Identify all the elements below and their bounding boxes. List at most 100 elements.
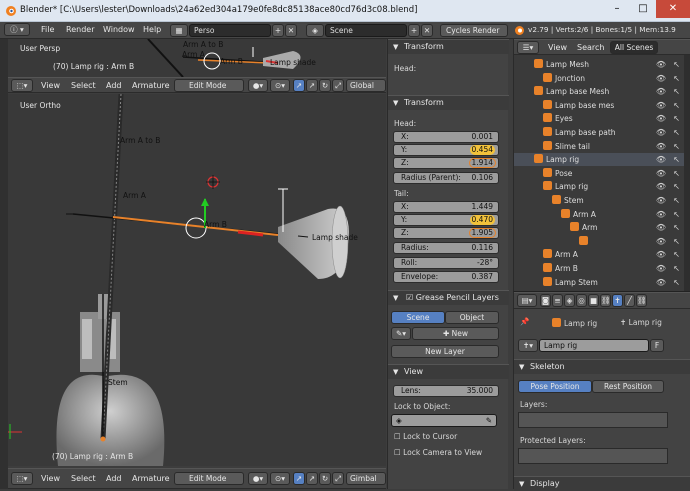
selectability-arrow-icon[interactable]: ↖ [673, 262, 680, 275]
menu-render[interactable]: Render [66, 25, 94, 34]
tail-y-field[interactable]: Y: 0.470 [393, 214, 499, 226]
object-tab-icon[interactable]: ■ [588, 294, 599, 307]
render-engine-dropdown[interactable]: Cycles Render [440, 24, 508, 37]
visibility-eye-icon[interactable]: 👁 [656, 112, 666, 125]
top-orientation-dropdown[interactable]: Global [346, 79, 386, 92]
rest-position-button[interactable]: Rest Position [592, 380, 664, 393]
main-pivot-icon[interactable]: ⊙▾ [270, 472, 290, 485]
lock-to-object-field[interactable]: ◈ ✎ [391, 414, 497, 427]
outliner-editor-type-icon[interactable]: ☰▾ [517, 41, 539, 54]
top-menu-armature[interactable]: Armature [132, 81, 170, 90]
radius-field[interactable]: Radius: 0.116 [393, 242, 499, 254]
outliner-row[interactable]: Arm A 👁 ↖ [514, 248, 684, 261]
scene-tab-icon[interactable]: ◈ [564, 294, 575, 307]
maximize-button[interactable]: □ [630, 0, 656, 18]
menu-window[interactable]: Window [103, 25, 135, 34]
visibility-eye-icon[interactable]: 👁 [656, 85, 666, 98]
top-shading-icon[interactable]: ●▾ [248, 79, 268, 92]
visibility-eye-icon[interactable]: 👁 [656, 235, 666, 248]
visibility-eye-icon[interactable]: 👁 [656, 126, 666, 139]
top-transform-panel-header[interactable]: ▼ Transform [388, 39, 509, 54]
outliner-row[interactable]: Lamp base mes 👁 ↖ [514, 99, 684, 112]
scene-icon[interactable]: ◈ [306, 24, 324, 37]
main-translate-icon[interactable]: ↗ [306, 472, 318, 485]
gp-brush-icon[interactable]: ✎▾ [391, 327, 411, 340]
main-editor-type-3d-icon[interactable]: ⬚▾ [11, 472, 33, 485]
properties-editor-type-icon[interactable]: ▤▾ [517, 294, 537, 307]
lens-field[interactable]: Lens: 35.000 [393, 385, 499, 397]
world-tab-icon[interactable]: ◎ [576, 294, 587, 307]
outliner-row[interactable]: Arm A 👁 ↖ [514, 208, 684, 221]
outliner-row[interactable]: Arm 👁 ↖ [514, 221, 684, 234]
selectability-arrow-icon[interactable]: ↖ [673, 276, 680, 289]
screen-layout-icon[interactable]: ▦ [170, 24, 188, 37]
main-orientation-dropdown[interactable]: Gimbal [346, 472, 386, 485]
selectability-arrow-icon[interactable]: ↖ [673, 221, 680, 234]
selectability-arrow-icon[interactable]: ↖ [673, 153, 680, 166]
armature-data-tab-icon[interactable]: ✝ [612, 294, 623, 307]
visibility-eye-icon[interactable]: 👁 [656, 276, 666, 289]
main-manipulator-icon[interactable]: ↗ [293, 472, 305, 485]
visibility-eye-icon[interactable]: 👁 [656, 194, 666, 207]
outliner-row[interactable]: 👁 ↖ [514, 235, 684, 248]
gp-tab-object[interactable]: Object [445, 311, 499, 324]
outliner-row[interactable]: Pose 👁 ↖ [514, 167, 684, 180]
lock-to-cursor-checkbox[interactable]: ☐ Lock to Cursor [394, 432, 457, 441]
selectability-arrow-icon[interactable]: ↖ [673, 58, 680, 71]
screen-layout-field[interactable]: Perso [189, 24, 271, 37]
gp-new-layer-button[interactable]: New Layer [391, 345, 499, 358]
pin-icon[interactable]: 📌 [520, 317, 529, 326]
selectability-arrow-icon[interactable]: ↖ [673, 167, 680, 180]
eyedropper-icon[interactable]: ✎ [486, 415, 492, 426]
head-x-field[interactable]: X: 0.001 [393, 131, 499, 143]
outliner-row[interactable]: Lamp rig 👁 ↖ [514, 153, 684, 167]
screen-remove-button[interactable]: ✕ [285, 24, 297, 37]
tool-shelf-edge[interactable] [0, 39, 8, 489]
top-menu-select[interactable]: Select [71, 81, 96, 90]
head-z-field[interactable]: Z: 1.914 [393, 157, 499, 169]
outliner-row[interactable]: Lamp rig 👁 ↖ [514, 180, 684, 193]
outliner-row[interactable]: Jonction 👁 ↖ [514, 72, 684, 85]
envelope-field[interactable]: Envelope: 0.387 [393, 271, 499, 283]
selectability-arrow-icon[interactable]: ↖ [673, 85, 680, 98]
outliner-menu-search[interactable]: Search [577, 43, 604, 52]
skeleton-panel-header[interactable]: ▼ Skeleton [514, 359, 690, 374]
main-menu-add[interactable]: Add [106, 474, 122, 483]
visibility-eye-icon[interactable]: 👁 [656, 140, 666, 153]
selectability-arrow-icon[interactable]: ↖ [673, 208, 680, 221]
main-rotate-icon[interactable]: ↻ [319, 472, 331, 485]
main-mode-dropdown[interactable]: Edit Mode [174, 472, 244, 485]
bone-constraints-tab-icon[interactable]: ⛓ [636, 294, 647, 307]
top-manipulator-icon[interactable]: ↗ [293, 79, 305, 92]
armature-datablock-field[interactable]: Lamp rig [539, 339, 649, 352]
top-menu-add[interactable]: Add [106, 81, 122, 90]
gp-new-button[interactable]: ✚ New [412, 327, 499, 340]
layers-tab-icon[interactable]: ≡ [552, 294, 563, 307]
selectability-arrow-icon[interactable]: ↖ [673, 112, 680, 125]
top-pivot-icon[interactable]: ⊙▾ [270, 79, 290, 92]
top-3d-viewport[interactable]: User Persp (70) Lamp rig : Arm B Arm A t… [8, 39, 386, 77]
visibility-eye-icon[interactable]: 👁 [656, 208, 666, 221]
transform-panel-header[interactable]: ▼ Transform [388, 95, 509, 110]
outliner-row[interactable]: Stem 👁 ↖ [514, 194, 684, 207]
visibility-eye-icon[interactable]: 👁 [656, 58, 666, 71]
selectability-arrow-icon[interactable]: ↖ [673, 180, 680, 193]
outliner-row[interactable]: Arm B 👁 ↖ [514, 262, 684, 275]
outliner-row[interactable]: Lamp Mesh 👁 ↖ [514, 58, 684, 71]
visibility-eye-icon[interactable]: 👁 [656, 153, 666, 166]
minimize-button[interactable]: – [604, 0, 630, 18]
top-translate-icon[interactable]: ↗ [306, 79, 318, 92]
outliner-scrollbar[interactable] [684, 55, 690, 291]
main-scale-icon[interactable]: ⤢ [332, 472, 344, 485]
visibility-eye-icon[interactable]: 👁 [656, 262, 666, 275]
selectability-arrow-icon[interactable]: ↖ [673, 72, 680, 85]
grease-pencil-panel-header[interactable]: ▼ ☑ Grease Pencil Layers [388, 290, 509, 305]
fake-user-button[interactable]: F [650, 339, 664, 352]
selectability-arrow-icon[interactable]: ↖ [673, 126, 680, 139]
main-menu-view[interactable]: View [41, 474, 60, 483]
visibility-eye-icon[interactable]: 👁 [656, 180, 666, 193]
scene-field[interactable]: Scene [325, 24, 407, 37]
top-mode-dropdown[interactable]: Edit Mode [174, 79, 244, 92]
datablock-browse-icon[interactable]: ✝▾ [518, 339, 538, 352]
outliner-menu-view[interactable]: View [548, 43, 567, 52]
